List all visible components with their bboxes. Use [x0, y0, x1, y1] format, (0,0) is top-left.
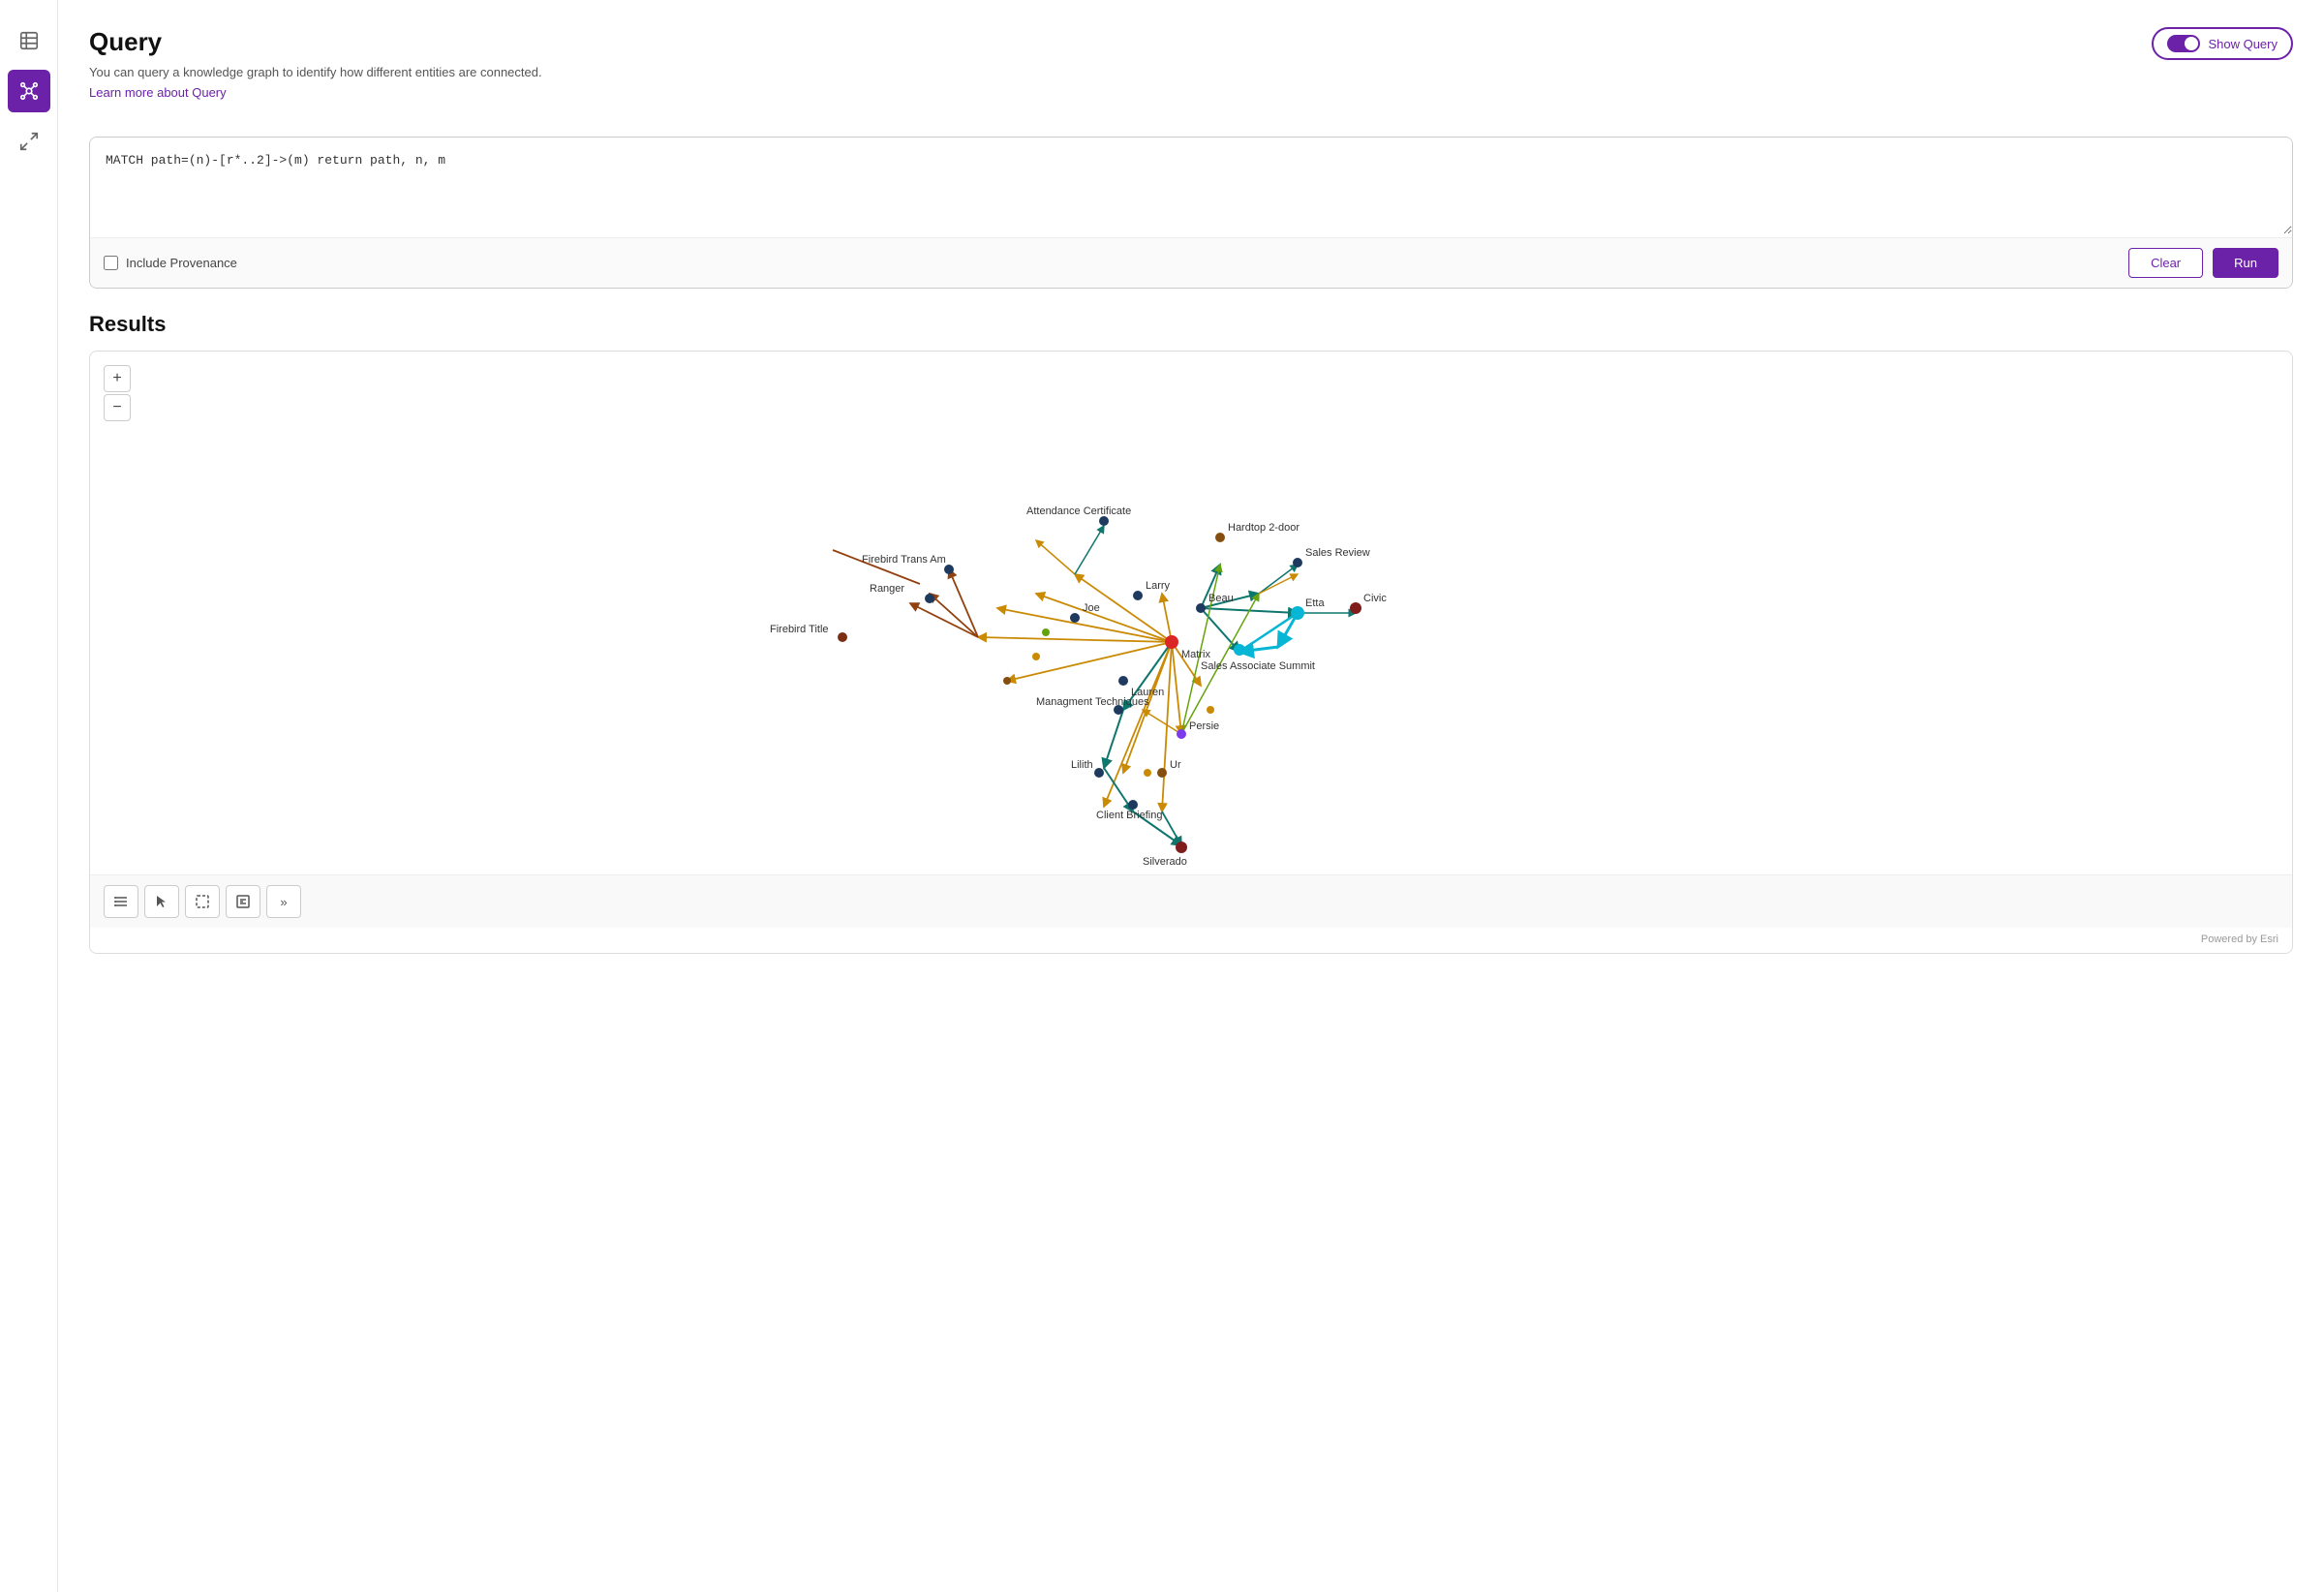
node-etta[interactable]	[1291, 606, 1304, 620]
selection-tool-button[interactable]	[185, 885, 220, 918]
results-title: Results	[89, 312, 2293, 337]
label-civic: Civic	[1363, 593, 1387, 604]
header-row: Query You can query a knowledge graph to…	[89, 27, 2293, 119]
node-extra4	[1207, 706, 1214, 714]
node-sales-summit[interactable]	[1234, 644, 1245, 656]
show-query-toggle[interactable]: Show Query	[2152, 27, 2293, 60]
node-extra2	[1032, 653, 1040, 660]
sidebar-icon-table[interactable]	[8, 19, 50, 62]
node-attendance-cert[interactable]	[1099, 516, 1109, 526]
node-extra3	[1042, 628, 1050, 636]
node-lauren[interactable]	[1118, 676, 1128, 686]
node-sales-review[interactable]	[1293, 558, 1302, 567]
include-provenance-checkbox[interactable]	[104, 256, 118, 270]
zoom-out-button[interactable]: −	[104, 394, 131, 421]
graph-svg: Matrix Joe Larry Beau Etta Lauren	[90, 352, 2292, 874]
node-civic[interactable]	[1350, 602, 1361, 614]
node-client-briefing[interactable]	[1128, 800, 1138, 810]
sidebar-icon-graph[interactable]	[8, 70, 50, 112]
pointer-tool-button[interactable]	[144, 885, 179, 918]
node-extra5	[1144, 769, 1151, 777]
label-silverado: Silverado	[1143, 856, 1187, 868]
label-hardtop: Hardtop 2-door	[1228, 522, 1300, 534]
sidebar-icon-expand[interactable]	[8, 120, 50, 163]
sidebar	[0, 0, 58, 1592]
label-lilith: Lilith	[1071, 759, 1093, 771]
graph-container: + −	[90, 352, 2292, 874]
powered-by: Powered by Esri	[90, 928, 2292, 953]
node-firebird-title[interactable]	[838, 632, 847, 642]
btn-row: Clear Run	[2128, 248, 2278, 278]
header-left: Query You can query a knowledge graph to…	[89, 27, 542, 119]
node-hardtop[interactable]	[1215, 533, 1225, 542]
label-larry: Larry	[1146, 580, 1171, 592]
bottom-toolbar: »	[90, 874, 2292, 928]
label-sales-review: Sales Review	[1305, 547, 1370, 559]
node-larry[interactable]	[1133, 591, 1143, 600]
query-textarea[interactable]: MATCH path=(n)-[r*..2]->(m) return path,…	[90, 138, 2292, 234]
label-mgmt-techniques: Managment Techniques	[1036, 696, 1149, 708]
include-provenance-text: Include Provenance	[126, 256, 237, 270]
label-persie: Persie	[1189, 720, 1219, 732]
label-matrix: Matrix	[1181, 649, 1210, 660]
label-beau: Beau	[1208, 593, 1234, 604]
filter-tool-button[interactable]	[226, 885, 260, 918]
label-firebird-trans: Firebird Trans Am	[862, 554, 946, 566]
list-view-button[interactable]	[104, 885, 138, 918]
node-extra1	[1003, 677, 1011, 685]
show-query-label: Show Query	[2208, 37, 2278, 51]
node-lilith[interactable]	[1094, 768, 1104, 778]
run-button[interactable]: Run	[2213, 248, 2278, 278]
page-subtitle: You can query a knowledge graph to ident…	[89, 65, 542, 79]
node-ur[interactable]	[1157, 768, 1167, 778]
results-panel: + −	[89, 351, 2293, 954]
learn-more-link[interactable]: Learn more about Query	[89, 85, 542, 100]
node-silverado[interactable]	[1176, 842, 1187, 853]
page-container: Query You can query a knowledge graph to…	[0, 0, 2324, 1592]
node-firebird-trans[interactable]	[944, 565, 954, 574]
label-attendance-cert: Attendance Certificate	[1026, 505, 1131, 517]
zoom-controls: + −	[104, 365, 131, 421]
node-ranger[interactable]	[925, 594, 934, 603]
label-sales-summit: Sales Associate Summit	[1201, 660, 1315, 672]
label-client-briefing: Client Briefing	[1096, 810, 1162, 821]
clear-button[interactable]: Clear	[2128, 248, 2203, 278]
more-tools-label: »	[280, 895, 287, 909]
include-provenance-label[interactable]: Include Provenance	[104, 256, 237, 270]
query-footer: Include Provenance Clear Run	[90, 237, 2292, 288]
node-beau[interactable]	[1196, 603, 1206, 613]
toggle-switch-indicator	[2167, 35, 2200, 52]
more-tools-button[interactable]: »	[266, 885, 301, 918]
main-content: Query You can query a knowledge graph to…	[58, 0, 2324, 1592]
page-title: Query	[89, 27, 542, 57]
label-firebird-title: Firebird Title	[770, 624, 829, 635]
zoom-in-button[interactable]: +	[104, 365, 131, 392]
node-joe[interactable]	[1070, 613, 1080, 623]
query-box: MATCH path=(n)-[r*..2]->(m) return path,…	[89, 137, 2293, 289]
label-etta: Etta	[1305, 597, 1325, 609]
node-persie[interactable]	[1177, 729, 1186, 739]
label-ur: Ur	[1170, 759, 1181, 771]
node-matrix[interactable]	[1165, 635, 1178, 649]
label-joe: Joe	[1083, 602, 1100, 614]
label-ranger: Ranger	[870, 583, 904, 595]
